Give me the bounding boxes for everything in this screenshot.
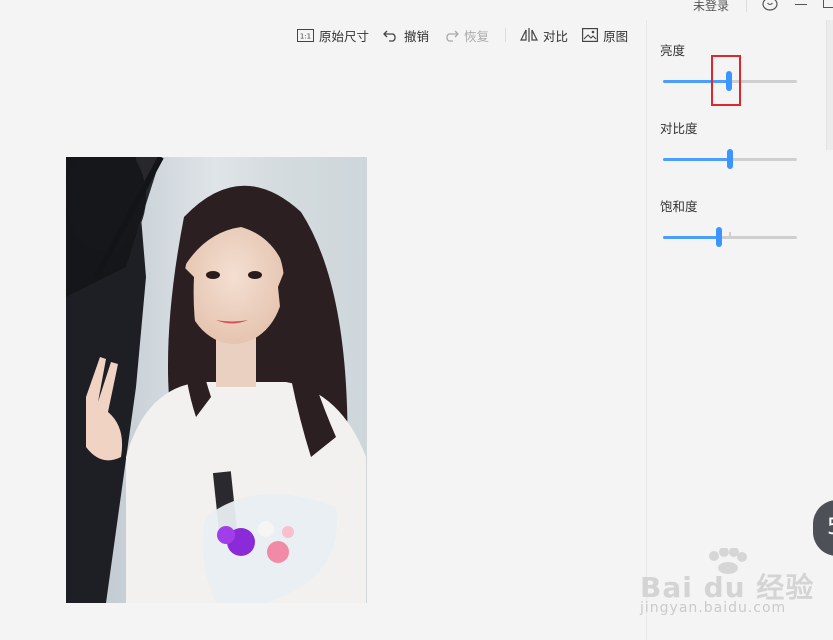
saturation-label: 饱和度 — [660, 199, 698, 214]
saturation-slider-handle[interactable] — [716, 227, 723, 247]
contrast-slider-handle[interactable] — [727, 149, 733, 169]
edited-photo — [66, 157, 367, 603]
saturation-slider-fill — [663, 236, 720, 239]
contrast-control: 对比度 — [660, 118, 810, 196]
undo-button[interactable]: 撤销 — [383, 26, 429, 45]
window-divider — [746, 0, 747, 12]
panel-divider — [646, 20, 647, 640]
contrast-label: 对比度 — [660, 121, 698, 136]
watermark-url: jingyan.baidu.com — [640, 600, 787, 616]
compare-icon — [520, 28, 539, 42]
saturation-slider-track[interactable] — [663, 227, 797, 247]
one-to-one-icon: 1:1 — [297, 28, 314, 42]
original-image-button[interactable]: 原图 — [582, 26, 628, 45]
toolbar-divider — [505, 28, 507, 42]
minimize-icon[interactable] — [795, 4, 807, 5]
maximize-icon[interactable] — [823, 0, 833, 8]
image-icon — [582, 28, 599, 42]
brightness-label: 亮度 — [660, 43, 686, 58]
panel-scrollbar[interactable] — [826, 20, 833, 150]
contrast-slider-track[interactable] — [663, 149, 797, 169]
login-status[interactable]: 未登录 — [693, 0, 729, 14]
highlight-annotation — [711, 55, 741, 106]
original-size-button[interactable]: 1:1 原始尺寸 — [297, 26, 369, 45]
saturation-control: 饱和度 — [660, 196, 810, 274]
photo-illustration — [66, 157, 367, 603]
redo-icon — [446, 30, 459, 42]
watermark: Bai du 经验 jingyan.baidu.com — [640, 548, 830, 620]
undo-icon — [383, 30, 396, 42]
contrast-slider-fill — [663, 158, 730, 161]
compare-button[interactable]: 对比 — [520, 26, 568, 45]
saturation-default-tick — [729, 232, 731, 238]
feedback-icon[interactable] — [762, 0, 778, 11]
redo-button[interactable]: 恢复 — [443, 26, 489, 45]
toolbar: 1:1 原始尺寸 撤销 恢复 对比 原图 — [297, 25, 642, 45]
svg-text:1:1: 1:1 — [300, 32, 311, 40]
